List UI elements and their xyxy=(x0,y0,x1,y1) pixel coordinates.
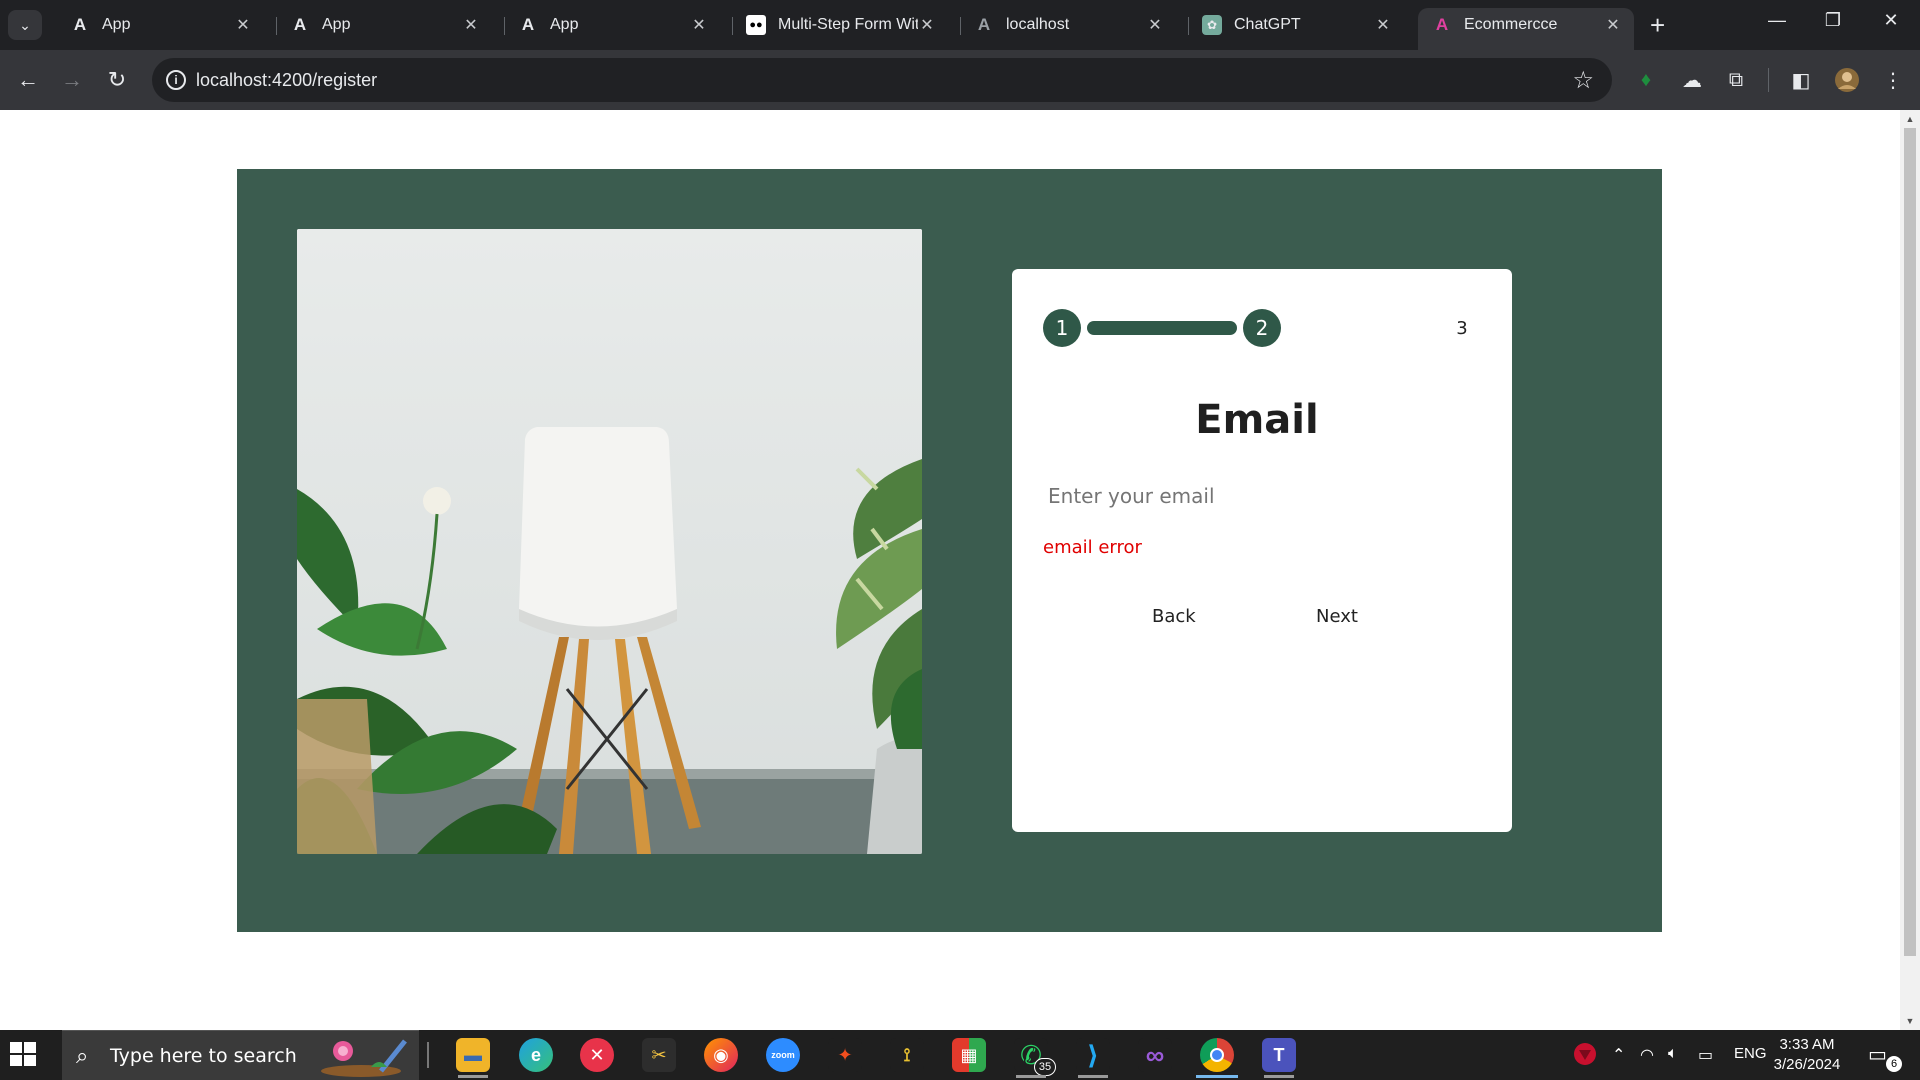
whatsapp-badge: 35 xyxy=(1034,1058,1056,1076)
back-button[interactable]: Back xyxy=(1152,606,1196,627)
angular-gray-icon: A xyxy=(977,15,991,34)
tab-title: ChatGPT xyxy=(1234,16,1301,33)
tab-multistep-form[interactable]: ●● Multi-Step Form With ✕ xyxy=(732,8,948,42)
step-indicator-2: 2 xyxy=(1243,309,1281,347)
network-icon[interactable]: ◠ xyxy=(1640,1045,1654,1065)
visual-studio-icon[interactable]: ∞ xyxy=(1138,1038,1172,1072)
firefox-icon[interactable]: ◉ xyxy=(704,1038,738,1072)
tab-localhost[interactable]: A localhost ✕ xyxy=(960,8,1176,42)
register-form-card: 1 2 3 Email email error Back Next xyxy=(1012,269,1512,832)
system-clock[interactable]: 3:33 AM 3/26/2024 xyxy=(1770,1035,1844,1075)
medium-icon: ●● xyxy=(746,15,766,35)
battery-icon[interactable]: ▭ xyxy=(1698,1045,1713,1065)
minimize-button[interactable]: — xyxy=(1757,10,1797,31)
back-arrow-icon[interactable]: ← xyxy=(14,66,42,94)
next-button[interactable]: Next xyxy=(1316,606,1358,627)
tab-title: localhost xyxy=(1006,16,1070,33)
antivirus-tray-icon[interactable] xyxy=(1573,1042,1597,1071)
chrome-icon[interactable] xyxy=(1196,1038,1238,1078)
zoom-icon[interactable]: zoom xyxy=(766,1038,800,1072)
office-icon[interactable]: ▦ xyxy=(952,1038,986,1072)
clock-time: 3:33 AM xyxy=(1779,1036,1835,1053)
toolbar-divider xyxy=(1768,68,1769,92)
git-tool-icon[interactable]: ⟟ xyxy=(890,1038,924,1072)
close-icon[interactable]: ✕ xyxy=(1604,15,1622,35)
notification-count: 6 xyxy=(1886,1056,1902,1072)
close-icon[interactable]: ✕ xyxy=(462,15,480,35)
extension-green-icon[interactable]: ♦ xyxy=(1632,66,1660,94)
angular-icon: A xyxy=(73,15,87,34)
close-icon[interactable]: ✕ xyxy=(1146,15,1164,35)
tab-title: App xyxy=(102,16,131,33)
restore-button[interactable]: ❐ xyxy=(1813,10,1853,31)
taskbar-search-box[interactable]: ⌕ Type here to search xyxy=(62,1030,419,1080)
reload-icon[interactable]: ↻ xyxy=(103,66,131,94)
url-text[interactable]: localhost:4200/register xyxy=(196,70,377,91)
close-icon[interactable]: ✕ xyxy=(690,15,708,35)
tab-app-3[interactable]: A App ✕ xyxy=(504,8,720,42)
scroll-up-arrow-icon[interactable]: ▲ xyxy=(1900,110,1920,128)
windows-taskbar: ⌕ Type here to search ▬ e ✕ ✂ ◉ zoom ✦ ⟟… xyxy=(0,1030,1920,1080)
edge-icon[interactable]: e xyxy=(519,1038,553,1072)
tab-title: App xyxy=(322,16,351,33)
search-icon: ⌕ xyxy=(76,1043,89,1068)
tab-title: Ecommercce xyxy=(1464,16,1558,33)
teams-icon[interactable]: T xyxy=(1262,1038,1296,1078)
scroll-down-arrow-icon[interactable]: ▼ xyxy=(1900,1012,1920,1030)
angular-pink-icon: A xyxy=(1435,15,1449,34)
notification-icon[interactable]: ▭ 6 xyxy=(1868,1042,1902,1072)
vscode-icon[interactable]: ⟩ xyxy=(1076,1038,1110,1078)
new-tab-button[interactable]: + xyxy=(1650,12,1665,38)
extensions-puzzle-icon[interactable]: ⧉ xyxy=(1722,66,1750,94)
chrome-menu-icon[interactable]: ⋮ xyxy=(1879,66,1907,94)
tab-app-2[interactable]: A App ✕ xyxy=(276,8,492,42)
scrollbar-thumb[interactable] xyxy=(1904,128,1916,956)
close-icon[interactable]: ✕ xyxy=(1374,15,1392,35)
tab-app-1[interactable]: A App ✕ xyxy=(56,8,264,42)
site-info-icon[interactable]: i xyxy=(166,70,186,90)
email-field[interactable] xyxy=(1042,474,1462,518)
tab-search-button[interactable]: ⌄ xyxy=(8,10,42,40)
extension-cloud-icon[interactable]: ☁ xyxy=(1678,66,1706,94)
taskbar-divider xyxy=(427,1042,429,1068)
search-placeholder: Type here to search xyxy=(110,1045,297,1067)
step-indicator-1: 1 xyxy=(1043,309,1081,347)
step-indicator-3: 3 xyxy=(1456,317,1468,339)
whatsapp-icon[interactable]: ✆ 35 xyxy=(1014,1038,1056,1078)
profile-avatar[interactable] xyxy=(1833,66,1861,94)
snipping-tool-icon[interactable]: ✂ xyxy=(642,1038,676,1072)
browser-tab-strip: ⌄ A App ✕ A App ✕ A App ✕ ●● Multi-Step … xyxy=(0,0,1920,50)
search-highlight-art xyxy=(321,1039,407,1077)
forward-arrow-icon[interactable]: → xyxy=(58,66,86,94)
close-window-button[interactable]: ✕ xyxy=(1871,10,1911,31)
close-icon[interactable]: ✕ xyxy=(918,15,936,35)
angular-icon: A xyxy=(293,15,307,34)
chevron-down-icon: ⌄ xyxy=(19,16,31,33)
form-step-title: Email xyxy=(1195,397,1319,443)
clock-date: 3/26/2024 xyxy=(1773,1056,1841,1073)
volume-icon[interactable]: 🔈︎ xyxy=(1668,1045,1678,1063)
bookmark-star-icon[interactable]: ☆ xyxy=(1572,66,1594,95)
language-indicator[interactable]: ENG xyxy=(1734,1045,1767,1062)
chair-plants-photo xyxy=(297,229,922,854)
chevron-up-icon[interactable]: ⌃ xyxy=(1612,1045,1625,1065)
close-icon[interactable]: ✕ xyxy=(234,15,252,35)
email-error-message: email error xyxy=(1043,537,1142,558)
xmind-icon[interactable]: ✕ xyxy=(580,1038,614,1072)
tab-ecommercce[interactable]: A Ecommercce ✕ xyxy=(1418,8,1634,50)
windows-start-icon[interactable] xyxy=(10,1042,40,1068)
side-panel-icon[interactable]: ◧ xyxy=(1787,66,1815,94)
chatgpt-icon: ✿ xyxy=(1202,15,1222,35)
browser-toolbar: ← → ↻ i localhost:4200/register ☆ ♦ ☁ ⧉ … xyxy=(0,50,1920,110)
tab-chatgpt[interactable]: ✿ ChatGPT ✕ xyxy=(1188,8,1404,42)
tab-title: App xyxy=(550,16,579,33)
tab-title: Multi-Step Form With xyxy=(778,16,918,33)
address-bar[interactable]: i localhost:4200/register ☆ xyxy=(152,58,1612,102)
angular-icon: A xyxy=(521,15,535,34)
file-explorer-icon[interactable]: ▬ xyxy=(456,1038,490,1078)
figma-icon[interactable]: ✦ xyxy=(828,1038,862,1072)
step-progress-bar xyxy=(1087,321,1237,335)
